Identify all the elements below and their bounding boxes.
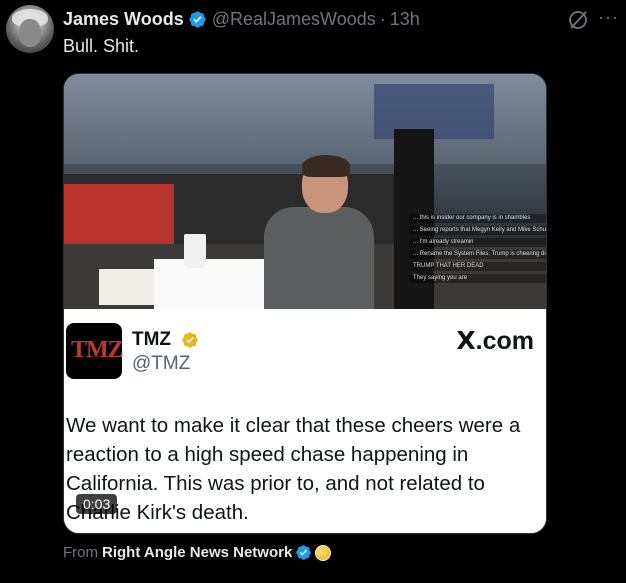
verified-badge-icon <box>296 545 312 560</box>
author-name[interactable]: James Woods <box>63 9 184 30</box>
coin-icon <box>315 544 332 561</box>
author-handle[interactable]: @RealJamesWoods <box>212 9 376 30</box>
source-attribution: From Right Angle News Network <box>63 544 332 561</box>
card-author-name[interactable]: TMZ <box>132 329 171 351</box>
chat-overlay: ... this is insider our company is in sh… <box>409 214 546 309</box>
chat-line: ... Seeing reports that Megyn Kelly and … <box>409 226 546 235</box>
source-prefix: From <box>63 544 98 561</box>
chat-line: They saying you are <box>409 274 546 283</box>
embedded-post-card: TMZ TMZ @TMZ X.com We want to make it cl… <box>64 309 546 533</box>
header-separator: · <box>379 8 386 29</box>
video-frame[interactable]: ... this is insider our company is in sh… <box>64 74 546 309</box>
chat-line: TRUMP THAT HER DEAD <box>409 262 546 271</box>
more-icon[interactable]: ··· <box>598 8 622 31</box>
tmz-logo-text: TMZ <box>71 337 124 363</box>
media-container[interactable]: ... this is insider our company is in sh… <box>63 73 547 534</box>
chat-line: ... I'm already streamin <box>409 238 546 247</box>
video-timer: 0:03 <box>76 494 118 514</box>
post-time[interactable]: 13h <box>390 9 420 30</box>
verified-badge-icon[interactable] <box>188 10 207 29</box>
card-body-text: We want to make it clear that these chee… <box>66 414 521 524</box>
source-name[interactable]: Right Angle News Network <box>102 544 292 561</box>
scene-screen <box>374 84 494 139</box>
author-avatar[interactable] <box>6 5 54 53</box>
x-logo-icon: X <box>456 326 476 355</box>
scene-box <box>99 269 154 305</box>
person-body <box>264 207 374 309</box>
gold-verified-icon <box>182 332 198 348</box>
x-com-suffix: .com <box>475 327 534 355</box>
avatar-face <box>19 19 41 47</box>
tmz-logo[interactable]: TMZ <box>66 323 124 379</box>
post-text: Bull. Shit. <box>63 36 140 56</box>
post-header: James Woods @RealJamesWoods · 13h <box>63 8 616 30</box>
person-hair <box>302 155 350 177</box>
chat-line: ... this is insider our company is in sh… <box>409 214 546 223</box>
grok-icon[interactable] <box>566 8 590 32</box>
chat-line: ... Rename the System Files. Trump is ch… <box>409 250 546 259</box>
scene-person <box>264 155 374 309</box>
scene-cup <box>184 234 206 268</box>
card-author-handle[interactable]: @TMZ <box>132 353 190 375</box>
x-com-brand: X.com <box>456 326 534 356</box>
